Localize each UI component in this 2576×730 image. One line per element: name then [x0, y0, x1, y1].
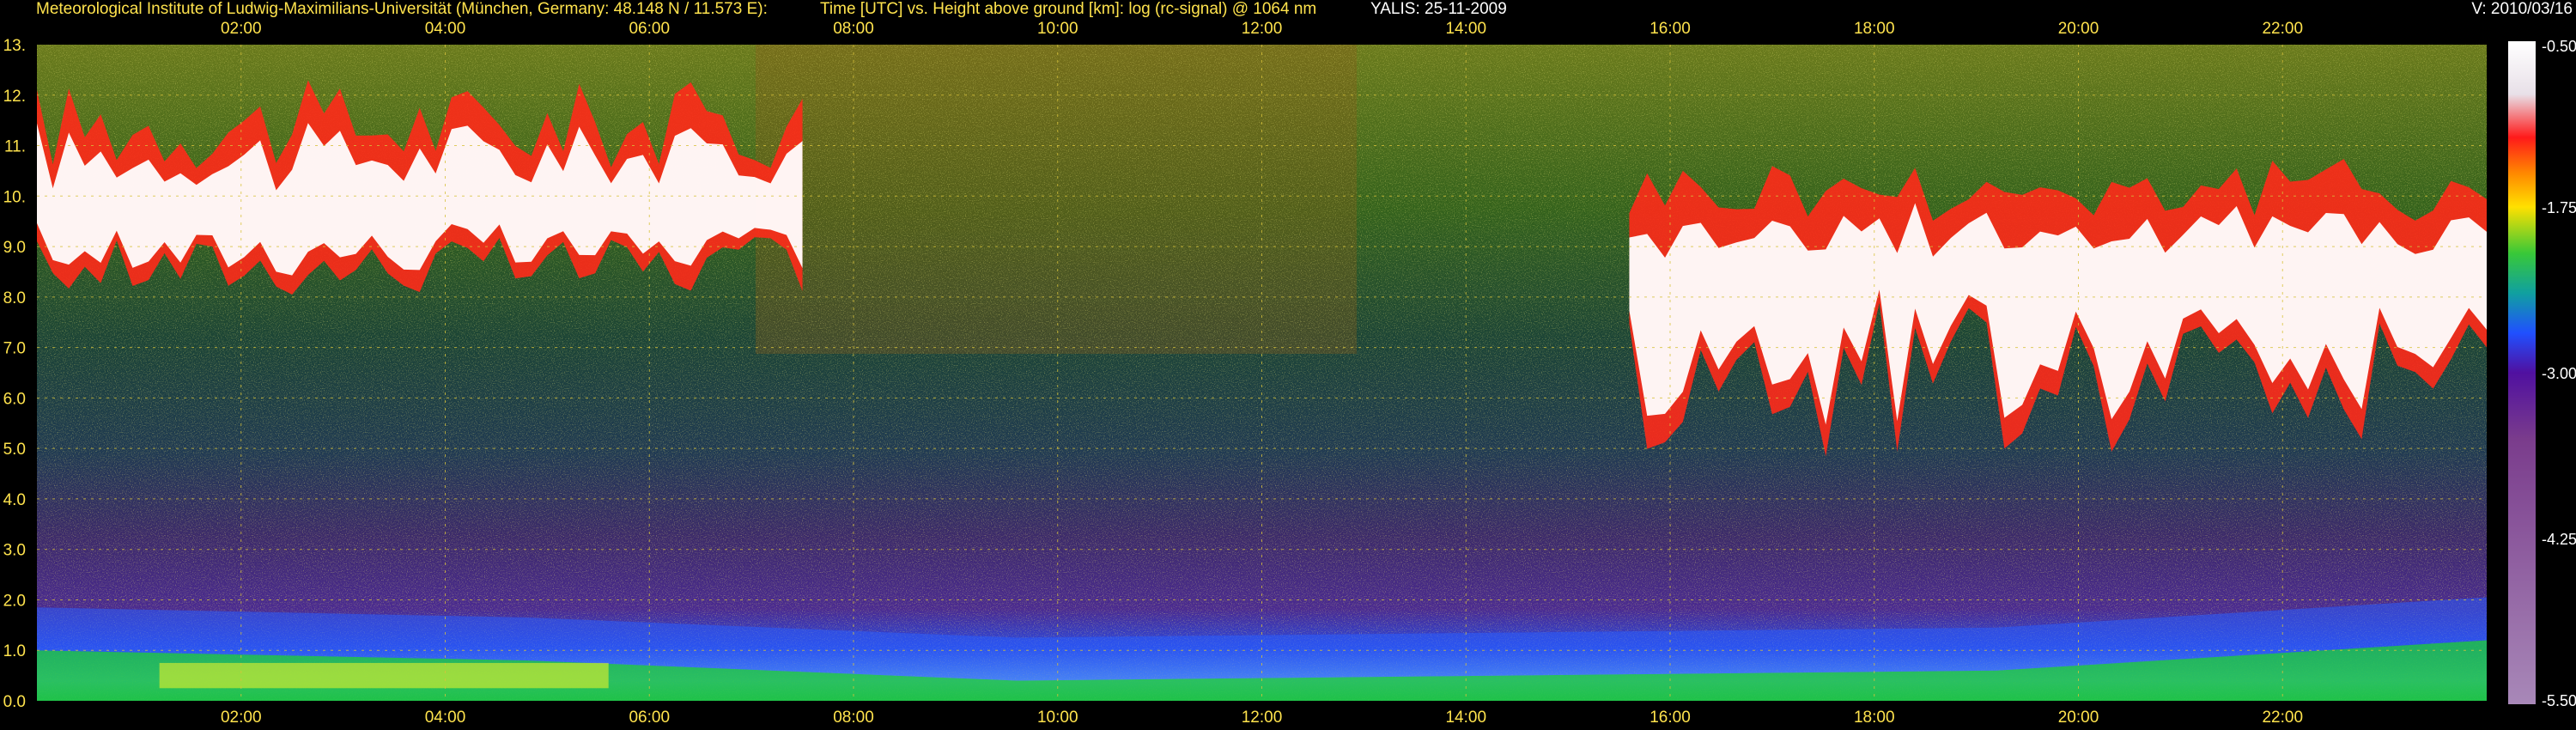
y-tick-label: 4.0 — [3, 491, 26, 509]
colorbar-ticks: -0.50 -1.75 -3.00 -4.25 -5.50 — [2542, 38, 2576, 709]
x-tick-label-top: 16:00 — [1649, 20, 1691, 38]
x-tick-label-bottom: 14:00 — [1445, 709, 1486, 727]
x-tick-label-top: 22:00 — [2262, 20, 2303, 38]
x-tick-label-bottom: 22:00 — [2262, 709, 2303, 727]
x-axis-bottom: 02:00 04:00 06:00 08:00 10:00 12:00 14:00 16:00… — [221, 709, 2303, 727]
y-tick-label: 9.0 — [3, 239, 26, 257]
lidar-chart: 0.0 1.0 2.0 3.0 4.0 5.0 6.0 7.0 8.0 9.0 10. 11. 12. 1… — [3, 20, 2576, 727]
y-tick-label: 5.0 — [3, 441, 26, 459]
x-tick-label-top: 06:00 — [629, 20, 670, 38]
y-tick-label: 6.0 — [3, 390, 26, 408]
x-tick-label-bottom: 12:00 — [1242, 709, 1283, 727]
x-tick-label-bottom: 16:00 — [1649, 709, 1691, 727]
y-tick-label: 12. — [3, 88, 26, 106]
colorbar-tick-label: -1.75 — [2542, 199, 2576, 216]
x-tick-label-bottom: 04:00 — [425, 709, 466, 727]
y-tick-label: 11. — [4, 138, 26, 156]
x-tick-label-bottom: 10:00 — [1037, 709, 1078, 727]
y-tick-label: 3.0 — [3, 542, 26, 560]
y-tick-label: 13. — [3, 37, 26, 55]
x-tick-label-bottom: 02:00 — [221, 709, 262, 727]
x-tick-label-top: 14:00 — [1445, 20, 1486, 38]
y-tick-label: 10. — [3, 188, 26, 206]
y-tick-label: 1.0 — [3, 642, 26, 660]
y-axis-left: 0.0 1.0 2.0 3.0 4.0 5.0 6.0 7.0 8.0 9.0 10. 11. 12. 1… — [3, 37, 26, 711]
colorbar — [2508, 41, 2536, 704]
x-tick-label-bottom: 08:00 — [833, 709, 874, 727]
y-tick-label: 0.0 — [3, 693, 26, 711]
x-tick-label-bottom: 06:00 — [629, 709, 670, 727]
y-tick-label: 8.0 — [3, 289, 26, 307]
x-tick-label-top: 20:00 — [2058, 20, 2099, 38]
x-tick-label-top: 04:00 — [425, 20, 466, 38]
y-tick-label: 7.0 — [3, 340, 26, 358]
colorbar-tick-label: -4.25 — [2542, 531, 2576, 548]
x-tick-label-top: 08:00 — [833, 20, 874, 38]
colorbar-tick-label: -0.50 — [2542, 38, 2576, 55]
x-tick-label-top: 10:00 — [1037, 20, 1078, 38]
x-tick-label-top: 12:00 — [1242, 20, 1283, 38]
x-tick-label-bottom: 20:00 — [2058, 709, 2099, 727]
x-tick-label-top: 18:00 — [1854, 20, 1895, 38]
x-axis-top: 02:00 04:00 06:00 08:00 10:00 12:00 14:00 16:00… — [221, 20, 2303, 38]
colorbar-tick-label: -5.50 — [2542, 692, 2576, 709]
x-tick-label-top: 02:00 — [221, 20, 262, 38]
dense-aerosol-core — [159, 662, 609, 689]
colorbar-tick-label: -3.00 — [2542, 365, 2576, 382]
x-tick-label-bottom: 18:00 — [1854, 709, 1895, 727]
y-tick-label: 2.0 — [3, 592, 26, 610]
